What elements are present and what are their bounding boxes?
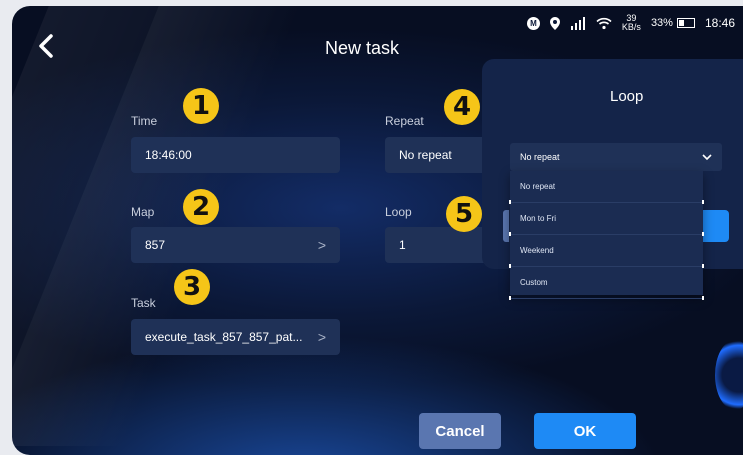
task-value: execute_task_857_857_pat... (145, 330, 303, 344)
chevron-right-icon: > (317, 329, 326, 345)
clock: 18:46 (704, 16, 735, 30)
repeat-dropdown-value: No repeat (520, 152, 560, 162)
map-value: 857 (145, 238, 166, 252)
m-circle-icon: M (526, 16, 540, 30)
dropdown-option-weekend[interactable]: Weekend (509, 235, 704, 268)
network-speed: 39 KB/s (622, 14, 641, 32)
battery: 33% (651, 17, 695, 29)
ok-button[interactable]: OK (534, 413, 636, 449)
dropdown-option-no-repeat[interactable]: No repeat (509, 171, 704, 204)
annotation-badge-3: 3 (174, 269, 210, 305)
annotation-badge-4: 4 (444, 89, 480, 125)
signal-icon (570, 16, 585, 30)
time-label: Time (131, 114, 158, 128)
annotation-badge-1: 1 (183, 88, 219, 124)
battery-icon (676, 18, 695, 28)
repeat-label: Repeat (385, 114, 424, 128)
loop-panel-title: Loop (610, 88, 644, 105)
back-icon[interactable] (36, 33, 56, 59)
network-speed-unit: KB/s (621, 22, 641, 32)
chevron-right-icon: > (317, 237, 326, 253)
location-pin-icon (549, 16, 560, 30)
repeat-value: No repeat (399, 148, 452, 162)
loop-value: 1 (399, 238, 406, 252)
loop-label: Loop (385, 205, 412, 219)
annotation-badge-5: 5 (446, 196, 482, 232)
annotation-badge-2: 2 (183, 189, 219, 225)
dropdown-option-mon-to-fri[interactable]: Mon to Fri (509, 203, 704, 236)
wifi-icon (596, 17, 612, 29)
time-field[interactable]: 18:46:00 (131, 137, 340, 173)
battery-percent: 33% (650, 17, 673, 29)
page-title: New task (325, 38, 400, 58)
status-bar: M 39 KB/s 33% 18:46 (526, 14, 735, 32)
panel-ok-button[interactable] (703, 210, 729, 242)
dropdown-option-custom[interactable]: Custom (509, 267, 704, 300)
chevron-down-icon (702, 153, 712, 160)
time-value: 18:46:00 (145, 148, 192, 162)
map-field[interactable]: 857 > (131, 227, 340, 263)
panel-cancel-button[interactable] (503, 210, 509, 242)
map-label: Map (131, 205, 155, 219)
task-label: Task (131, 296, 156, 310)
task-field[interactable]: execute_task_857_857_pat... > (131, 319, 340, 355)
repeat-dropdown[interactable]: No repeat (510, 143, 722, 171)
cancel-button[interactable]: Cancel (419, 413, 501, 449)
repeat-dropdown-menu: No repeat Mon to Fri Weekend Custom (509, 171, 704, 300)
